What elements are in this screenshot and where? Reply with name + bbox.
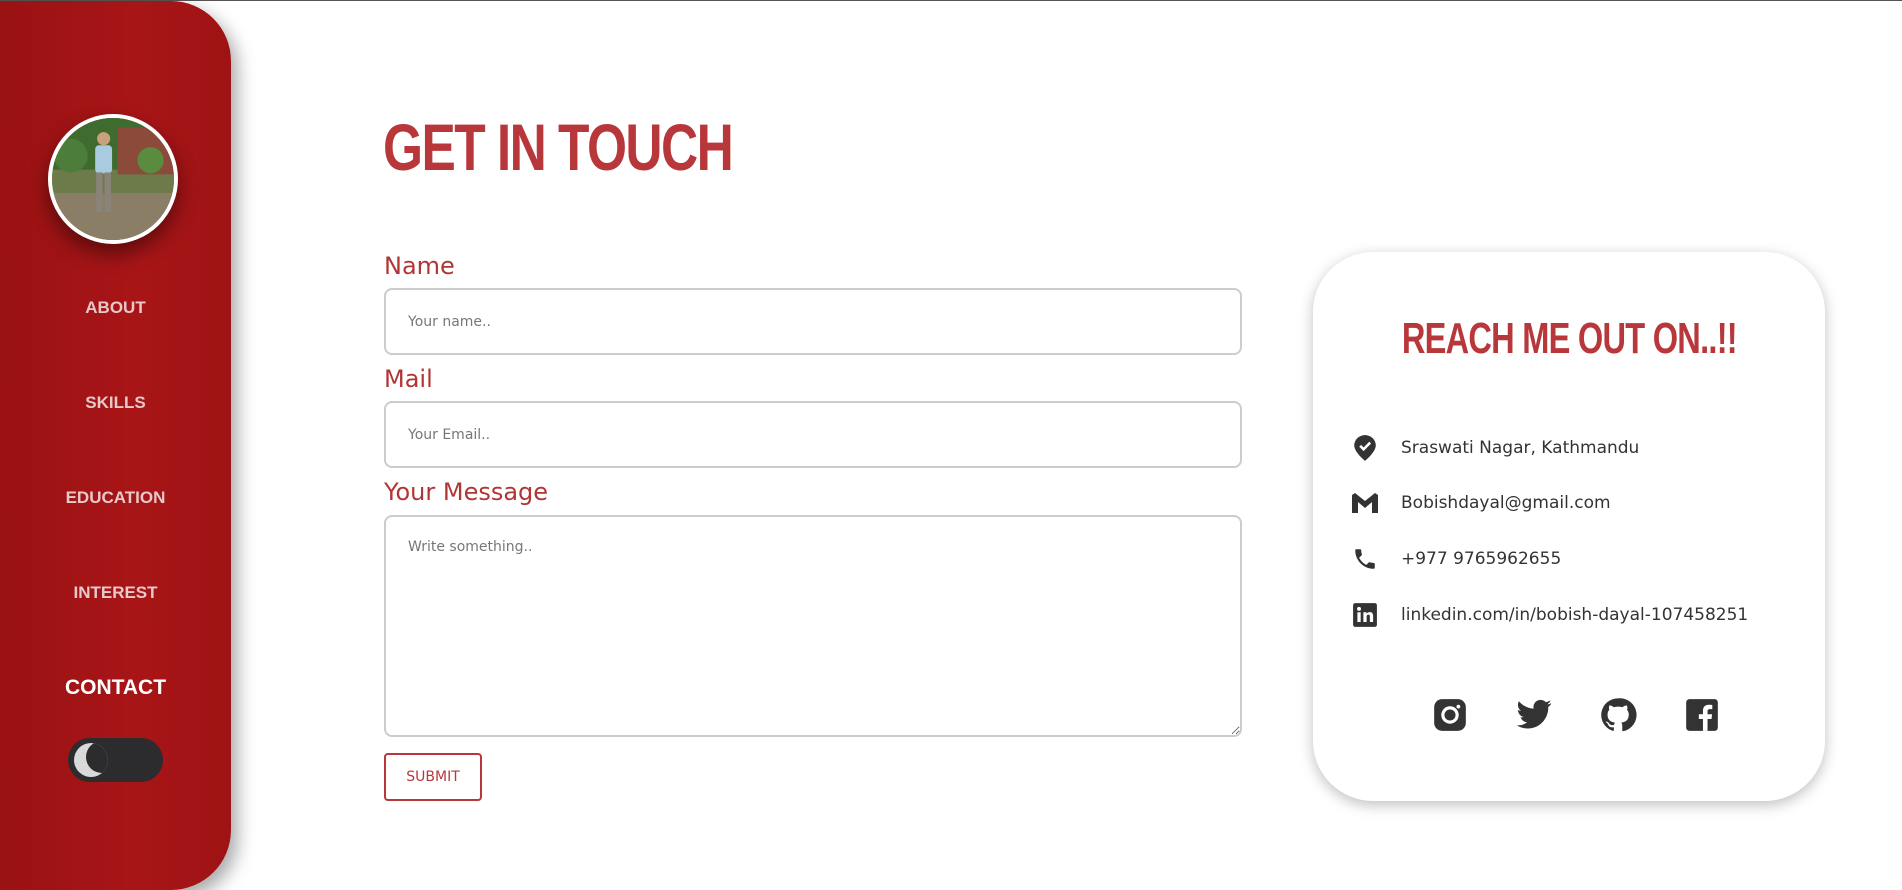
twitter-icon[interactable] [1515, 696, 1553, 734]
instagram-icon[interactable] [1431, 696, 1469, 734]
linkedin-icon [1351, 601, 1379, 629]
contact-phone[interactable]: +977 9765962655 [1351, 544, 1561, 574]
submit-button[interactable]: SUBMIT [384, 753, 482, 801]
contact-linkedin-text: linkedin.com/in/bobish-dayal-107458251 [1401, 605, 1749, 625]
nav-item-contact[interactable]: CONTACT [0, 676, 231, 700]
phone-icon [1351, 545, 1379, 573]
email-input[interactable] [384, 401, 1242, 468]
message-textarea[interactable] [384, 515, 1242, 737]
social-links [1431, 696, 1721, 736]
gmail-icon [1351, 489, 1379, 517]
sidebar: ABOUT SKILLS EDUCATION INTEREST CONTACT [0, 1, 231, 890]
theme-toggle[interactable] [68, 738, 163, 782]
nav-item-about[interactable]: ABOUT [0, 298, 231, 318]
contact-linkedin[interactable]: linkedin.com/in/bobish-dayal-107458251 [1351, 600, 1748, 630]
avatar [48, 114, 178, 244]
facebook-icon[interactable] [1683, 696, 1721, 734]
nav-item-skills[interactable]: SKILLS [0, 393, 231, 413]
contact-email[interactable]: Bobishdayal@gmail.com [1351, 488, 1611, 518]
contact-address-text: Sraswati Nagar, Kathmandu [1401, 438, 1640, 458]
github-icon[interactable] [1599, 696, 1637, 734]
contact-email-text: Bobishdayal@gmail.com [1401, 493, 1611, 513]
page-title: GET IN TOUCH [383, 110, 734, 184]
moon-icon [74, 743, 108, 777]
name-input[interactable] [384, 288, 1242, 355]
card-title: REACH ME OUT ON..!! [1313, 314, 1825, 364]
location-check-icon [1351, 434, 1379, 462]
card-title-text: REACH ME OUT ON..!! [1401, 314, 1737, 363]
contact-address: Sraswati Nagar, Kathmandu [1351, 433, 1639, 463]
mail-label: Mail [384, 365, 433, 393]
contact-phone-text: +977 9765962655 [1401, 549, 1562, 569]
contact-card: REACH ME OUT ON..!! Sraswati Nagar, Kath… [1313, 252, 1825, 801]
avatar-photo [52, 118, 174, 240]
nav-item-interest[interactable]: INTEREST [0, 583, 231, 603]
name-label: Name [384, 252, 455, 280]
message-label: Your Message [384, 478, 549, 506]
nav-item-education[interactable]: EDUCATION [0, 488, 231, 508]
